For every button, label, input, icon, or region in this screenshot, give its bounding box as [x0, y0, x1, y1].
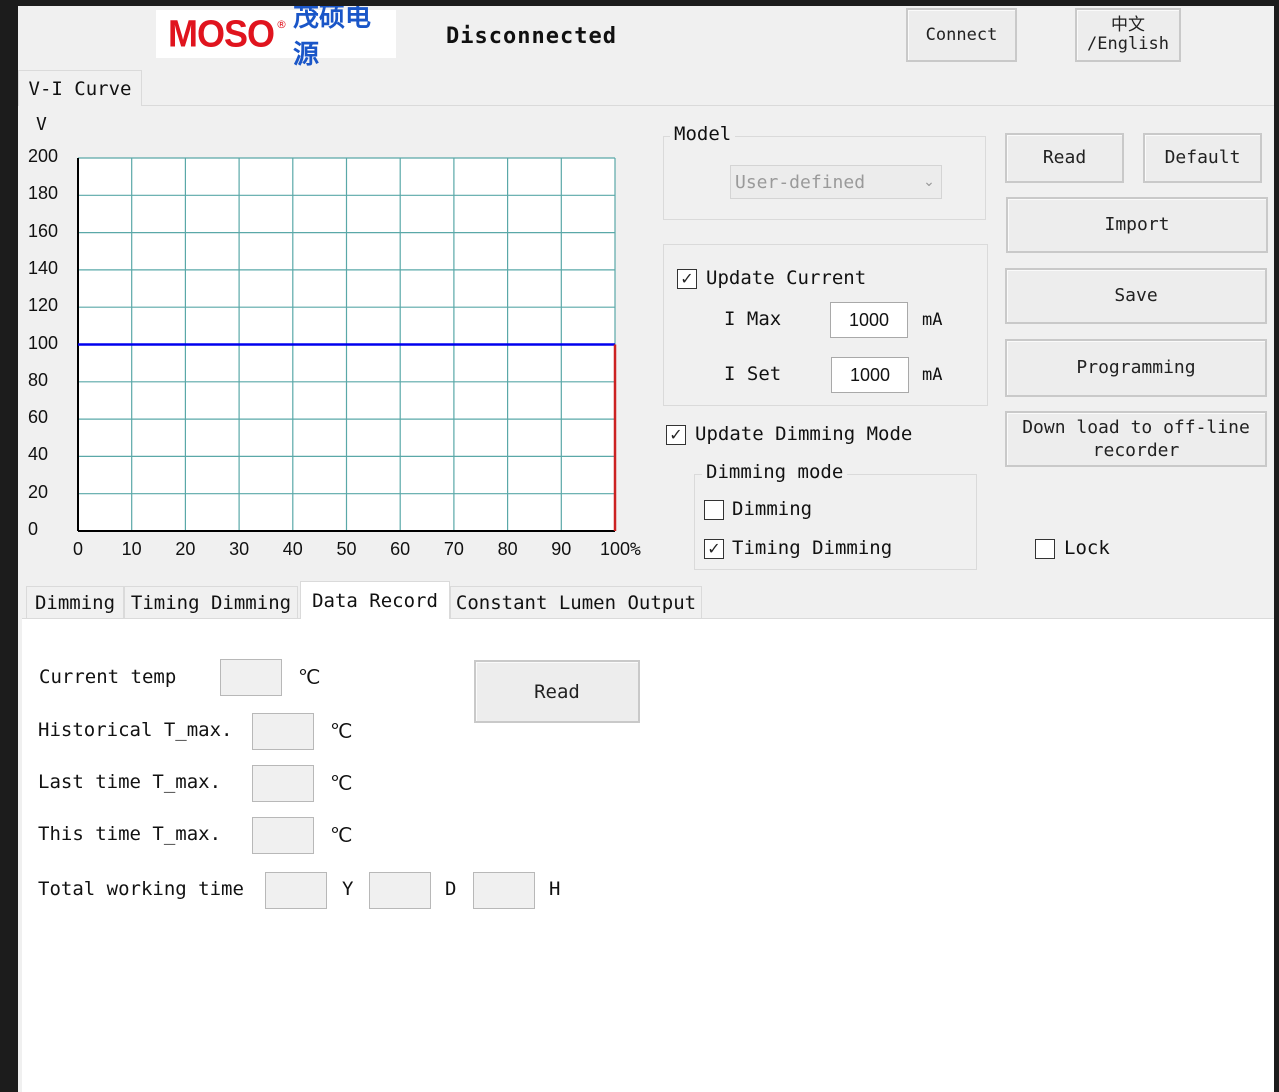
this-time-tmax-unit: ℃: [330, 823, 353, 847]
timing-dimming-checkbox[interactable]: ✓: [704, 539, 724, 559]
this-time-tmax-label: This time T_max.: [38, 823, 222, 845]
tab-constant-lumen-output-label: Constant Lumen Output: [455, 591, 697, 614]
y-tick-label: 40: [28, 444, 49, 465]
language-label-en: /English: [1087, 34, 1169, 54]
download-label-line1: Down load to off-line: [1022, 417, 1250, 438]
y-tick-label: 60: [28, 407, 49, 428]
connect-button[interactable]: Connect: [906, 8, 1017, 62]
logo-brand-text: MOSO: [168, 11, 275, 55]
x-tick-label: 20: [175, 539, 196, 559]
logo-registered-mark: ®: [276, 18, 288, 31]
imax-input[interactable]: 1000: [830, 302, 908, 338]
check-icon: ✓: [669, 425, 683, 444]
historical-tmax-unit: ℃: [330, 719, 353, 743]
tab-data-record-label: Data Record: [312, 589, 438, 612]
total-working-time-label: Total working time: [38, 878, 244, 900]
lock-label: Lock: [1064, 537, 1110, 559]
connection-status: Disconnected: [446, 24, 617, 49]
tab-dimming-label: Dimming: [34, 591, 116, 614]
default-button[interactable]: Default: [1143, 133, 1262, 183]
download-offline-recorder-button[interactable]: Down load to off-line recorder: [1005, 411, 1267, 467]
y-tick-label: 120: [28, 295, 59, 316]
update-dimming-mode-label: Update Dimming Mode: [695, 423, 913, 445]
y-tick-label: 180: [28, 183, 59, 204]
x-tick-label: 70: [443, 539, 464, 559]
programming-button[interactable]: Programming: [1005, 339, 1267, 397]
x-tick-label: 40: [282, 539, 303, 559]
tab-timing-dimming-label: Timing Dimming: [130, 591, 292, 614]
years-unit: Y: [342, 878, 354, 900]
dimming-mode-group-title: Dimming mode: [702, 461, 848, 483]
y-tick-label: 80: [28, 369, 49, 390]
total-hours-field[interactable]: [473, 872, 535, 909]
iset-input[interactable]: 1000: [831, 357, 909, 393]
x-tick-label: 60: [390, 539, 411, 559]
y-tick-label: 0: [28, 519, 39, 539]
import-button[interactable]: Import: [1006, 197, 1268, 253]
check-icon: ✓: [707, 539, 721, 558]
model-select-value: User-defined: [735, 171, 866, 193]
historical-tmax-label: Historical T_max.: [38, 719, 233, 741]
y-tick-label: 140: [28, 257, 59, 278]
check-icon: ✓: [680, 269, 694, 288]
tab-vi-curve[interactable]: V-I Curve: [18, 70, 142, 106]
model-group-title: Model: [670, 123, 736, 145]
read-data-record-button[interactable]: Read: [474, 660, 640, 723]
iset-label: I Set: [724, 363, 782, 385]
last-time-tmax-field[interactable]: [252, 765, 314, 802]
current-temp-field[interactable]: [220, 659, 282, 696]
current-temp-label: Current temp: [39, 666, 177, 688]
total-days-field[interactable]: [369, 872, 431, 909]
historical-tmax-field[interactable]: [252, 713, 314, 750]
x-tick-label: 100: [599, 539, 631, 559]
read-config-button[interactable]: Read: [1005, 133, 1124, 183]
x-tick-label: 10: [121, 539, 142, 559]
logo-chinese-text: 茂硕电源: [293, 6, 372, 70]
chevron-down-icon: ⌄: [923, 174, 935, 190]
tab-timing-dimming[interactable]: Timing Dimming: [124, 586, 298, 618]
hours-unit: H: [549, 878, 561, 900]
update-current-label: Update Current: [706, 267, 867, 289]
app-window: MOSO ® 茂硕电源 Disconnected Connect 中文 /Eng…: [18, 6, 1274, 1092]
last-time-tmax-label: Last time T_max.: [38, 771, 222, 793]
update-current-checkbox[interactable]: ✓: [677, 269, 697, 289]
this-time-tmax-field[interactable]: [252, 817, 314, 854]
tab-vi-curve-label: V-I Curve: [28, 77, 132, 100]
dimming-checkbox[interactable]: [704, 500, 724, 520]
vi-chart-plot: [77, 157, 617, 532]
update-dimming-mode-checkbox[interactable]: ✓: [666, 425, 686, 445]
brand-logo: MOSO ® 茂硕电源: [156, 6, 396, 70]
save-button[interactable]: Save: [1005, 268, 1267, 324]
data-record-panel: Current temp ℃ Historical T_max. ℃ Last …: [22, 618, 1274, 1092]
y-tick-label: 20: [28, 481, 49, 502]
iset-unit: mA: [922, 365, 943, 385]
last-time-tmax-unit: ℃: [330, 771, 353, 795]
tab-data-record[interactable]: Data Record: [300, 581, 450, 619]
total-years-field[interactable]: [265, 872, 327, 909]
y-tick-label: 100: [28, 332, 59, 353]
x-tick-label: 80: [497, 539, 518, 559]
x-tick-label: 50: [336, 539, 357, 559]
y-tick-label: 200: [28, 146, 59, 166]
imax-unit: mA: [922, 310, 943, 330]
tab-constant-lumen-output[interactable]: Constant Lumen Output: [450, 586, 702, 618]
model-select[interactable]: User-defined ⌄: [730, 165, 942, 199]
y-tick-label: 160: [28, 220, 59, 241]
days-unit: D: [445, 878, 457, 900]
current-temp-unit: ℃: [298, 665, 321, 689]
x-tick-label: 90: [551, 539, 572, 559]
imax-label: I Max: [724, 308, 782, 330]
download-label-line2: recorder: [1092, 440, 1180, 461]
dimming-checkbox-label: Dimming: [732, 498, 813, 520]
tab-dimming[interactable]: Dimming: [26, 586, 124, 618]
x-tick-label: 0: [72, 539, 84, 559]
language-toggle-button[interactable]: 中文 /English: [1075, 8, 1181, 62]
lock-checkbox[interactable]: [1035, 539, 1055, 559]
language-label-cn: 中文: [1111, 15, 1145, 35]
x-tick-label: 30: [229, 539, 250, 559]
timing-dimming-checkbox-label: Timing Dimming: [732, 537, 893, 559]
